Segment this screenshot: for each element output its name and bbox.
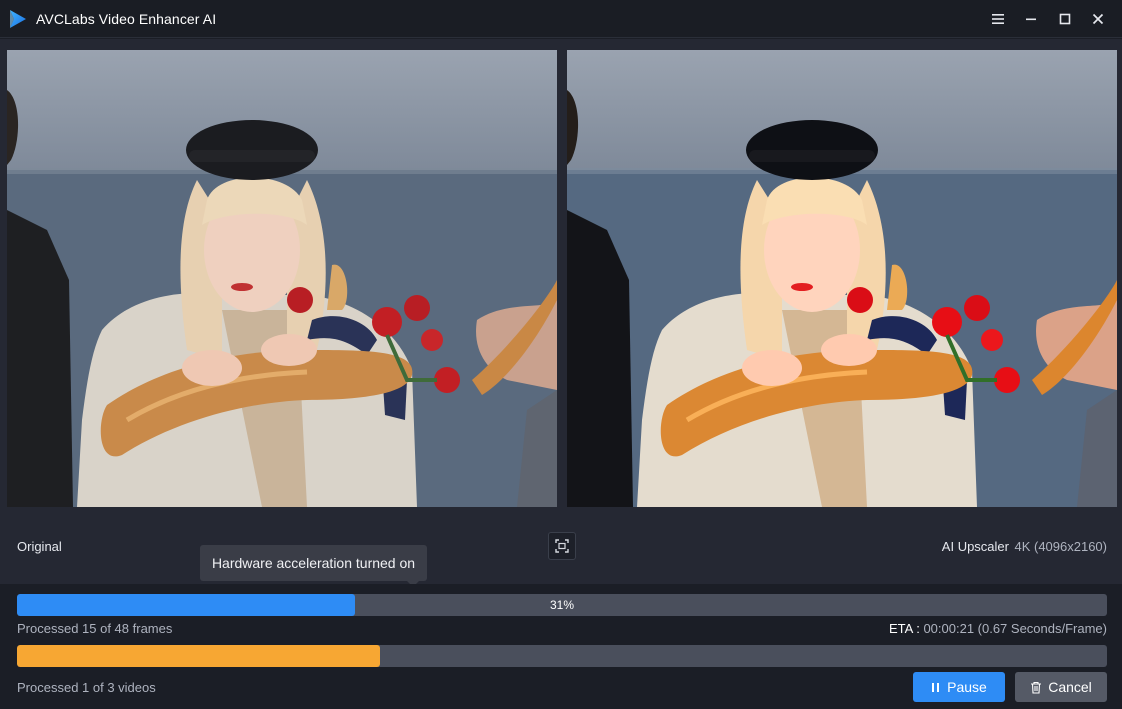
app-logo-icon [10, 10, 26, 28]
maximize-icon [1059, 13, 1071, 25]
enhanced-preview [567, 50, 1117, 507]
close-icon [1092, 13, 1104, 25]
output-resolution-label: 4K (4096x2160) [1014, 539, 1107, 554]
pause-button[interactable]: Pause [913, 672, 1005, 702]
ai-model-label: AI Upscaler [941, 539, 1009, 554]
close-button[interactable] [1087, 8, 1109, 30]
maximize-button[interactable] [1054, 8, 1076, 30]
videos-status: Processed 1 of 3 videos [17, 680, 156, 695]
eta-readout: ETA : 00:00:21 (0.67 Seconds/Frame) [889, 621, 1107, 636]
videos-progress-fill [17, 645, 380, 667]
cancel-label: Cancel [1048, 679, 1092, 695]
video-frame-image [7, 90, 557, 507]
minimize-button[interactable] [1020, 8, 1042, 30]
original-label: Original [17, 539, 62, 554]
fit-screen-button[interactable] [548, 532, 576, 560]
menu-button[interactable] [987, 8, 1009, 30]
minimize-icon [1026, 18, 1036, 21]
fit-screen-icon [555, 539, 569, 553]
hardware-acceleration-tooltip: Hardware acceleration turned on [200, 545, 427, 581]
title-bar: AVCLabs Video Enhancer AI [0, 0, 1122, 38]
eta-label: ETA : [889, 621, 920, 636]
app-title: AVCLabs Video Enhancer AI [36, 11, 217, 27]
trash-icon [1031, 681, 1042, 694]
frames-status: Processed 15 of 48 frames [17, 621, 173, 636]
menu-icon [992, 14, 1004, 24]
eta-value: 00:00:21 (0.67 Seconds/Frame) [919, 621, 1107, 636]
frames-progress-bar: 31% [17, 594, 1107, 616]
videos-progress-bar [17, 645, 1107, 667]
pause-label: Pause [947, 679, 987, 695]
preview-area: Original AI Upscaler 4K (4096x2160) [0, 39, 1122, 584]
cancel-button[interactable]: Cancel [1015, 672, 1107, 702]
video-frame-image [567, 90, 1117, 507]
pause-icon [932, 682, 940, 692]
progress-area: 31% Processed 15 of 48 frames ETA : 00:0… [0, 584, 1122, 709]
original-preview [7, 50, 557, 507]
frames-progress-percent: 31% [549, 598, 575, 612]
